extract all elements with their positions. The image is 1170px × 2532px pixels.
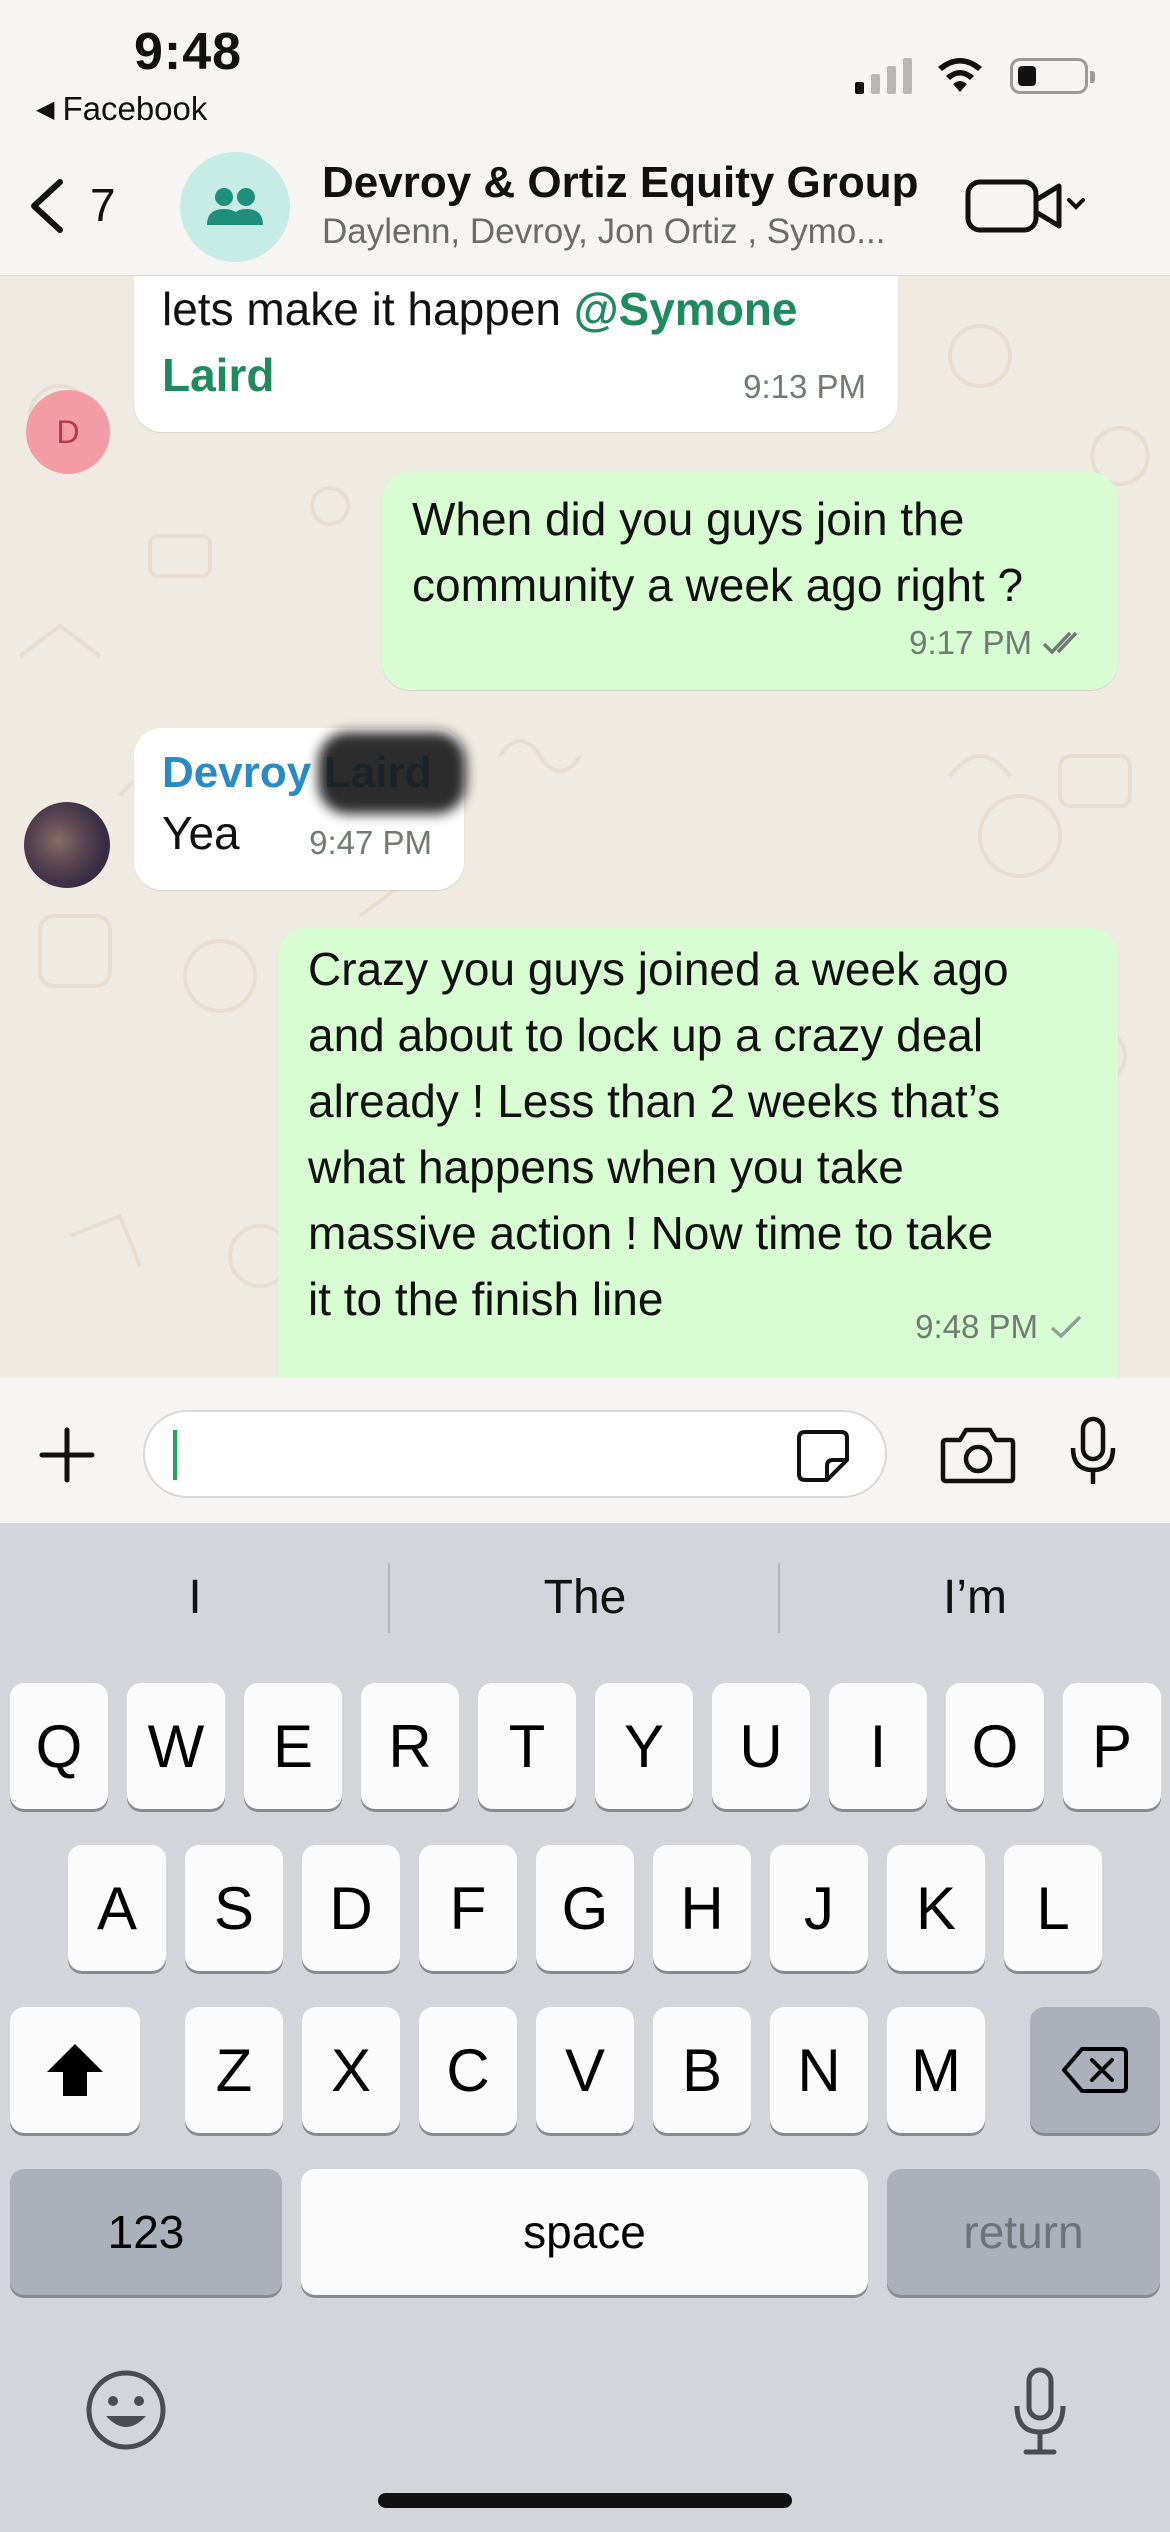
double-check-read-icon <box>1042 631 1078 655</box>
wifi-icon <box>938 58 982 92</box>
key-g[interactable]: G <box>536 1845 634 1971</box>
key-y[interactable]: Y <box>595 1683 693 1809</box>
message-meta: 9:47 PM <box>309 810 432 876</box>
text-caret <box>173 1430 177 1480</box>
microphone-icon[interactable] <box>1068 1416 1118 1488</box>
suggestion[interactable]: The <box>390 1553 780 1643</box>
message-text: Crazy you guys joined a week ago <box>308 943 1009 995</box>
back-chevron-icon[interactable] <box>24 176 70 236</box>
message-text: what happens when you take <box>308 1141 904 1193</box>
key-s[interactable]: S <box>185 1845 283 1971</box>
key-k[interactable]: K <box>887 1845 985 1971</box>
sender-name-redacted: Laird <box>324 744 432 802</box>
message-time: 9:17 PM <box>909 624 1032 661</box>
return-key[interactable]: return <box>887 2169 1160 2295</box>
back-triangle-icon: ◀ <box>36 95 55 123</box>
key-a[interactable]: A <box>68 1845 166 1971</box>
message-bubble-incoming[interactable]: Devroy Laird Yea 9:47 PM <box>134 728 464 890</box>
message-text: lets make it happen <box>162 283 574 335</box>
sender-photo-avatar[interactable] <box>24 802 110 888</box>
key-v[interactable]: V <box>536 2007 634 2133</box>
chat-participants[interactable]: Daylenn, Devroy, Jon Ortiz , Symo... <box>322 212 885 252</box>
backspace-key[interactable] <box>1030 2007 1160 2133</box>
message-time: 9:48 PM <box>915 1308 1038 1345</box>
space-key[interactable]: space <box>301 2169 868 2295</box>
key-c[interactable]: C <box>419 2007 517 2133</box>
key-u[interactable]: U <box>712 1683 810 1809</box>
single-check-sent-icon <box>1050 1315 1082 1339</box>
mention-link-cont[interactable]: Laird <box>162 349 274 401</box>
cellular-signal-icon <box>855 58 912 94</box>
key-f[interactable]: F <box>419 1845 517 1971</box>
key-p[interactable]: P <box>1063 1683 1161 1809</box>
key-x[interactable]: X <box>302 2007 400 2133</box>
key-j[interactable]: J <box>770 1845 868 1971</box>
key-e[interactable]: E <box>244 1683 342 1809</box>
message-bubble-incoming[interactable]: lets make it happen @Symone Laird 9:13 P… <box>134 276 898 432</box>
message-meta: 9:17 PM <box>909 610 1088 676</box>
message-text: and about to lock up a crazy deal <box>308 1009 984 1061</box>
key-o[interactable]: O <box>946 1683 1044 1809</box>
shift-key[interactable] <box>10 2007 140 2133</box>
avatar-initial: D <box>56 413 80 450</box>
message-text: community a week ago right ? <box>412 559 1024 611</box>
key-q[interactable]: Q <box>10 1683 108 1809</box>
message-time: 9:47 PM <box>309 824 432 861</box>
mention-link[interactable]: @Symone <box>574 283 798 335</box>
message-text: massive action ! Now time to take <box>308 1207 994 1259</box>
key-z[interactable]: Z <box>185 2007 283 2133</box>
message-bubble-outgoing[interactable]: Crazy you guys joined a week ago and abo… <box>278 928 1118 1378</box>
key-b[interactable]: B <box>653 2007 751 2133</box>
group-avatar[interactable] <box>180 152 290 262</box>
message-time: 9:13 PM <box>743 368 866 405</box>
key-w[interactable]: W <box>127 1683 225 1809</box>
keyboard: I The I’m Q W E R T Y U I O P A S D F G … <box>0 1523 1170 2532</box>
message-text: When did you guys join the <box>412 493 965 545</box>
battery-icon <box>1010 58 1095 94</box>
shift-arrow-icon <box>47 2044 103 2096</box>
key-r[interactable]: R <box>361 1683 459 1809</box>
status-time: 9:48 <box>134 23 243 81</box>
home-indicator[interactable] <box>378 2493 792 2508</box>
key-t[interactable]: T <box>478 1683 576 1809</box>
back-to-app-link[interactable]: ◀ Facebook <box>36 90 207 128</box>
suggestion[interactable]: I’m <box>780 1553 1170 1643</box>
chat-area[interactable]: D lets make it happen @Symone Laird 9:13… <box>0 276 1170 1378</box>
key-m[interactable]: M <box>887 2007 985 2133</box>
back-app-label: Facebook <box>62 90 208 127</box>
composer-bar <box>0 1378 1170 1523</box>
emoji-icon[interactable] <box>84 2368 168 2452</box>
key-h[interactable]: H <box>653 1845 751 1971</box>
message-meta: 9:13 PM <box>743 354 866 420</box>
top-bar: 9:48 ◀ Facebook 7 Devroy & Ortiz Equity … <box>0 0 1170 276</box>
suggestion[interactable]: I <box>0 1553 390 1643</box>
key-i[interactable]: I <box>829 1683 927 1809</box>
key-d[interactable]: D <box>302 1845 400 1971</box>
backspace-icon <box>1062 2047 1128 2093</box>
video-call-icon[interactable] <box>965 176 1085 236</box>
chat-title[interactable]: Devroy & Ortiz Equity Group <box>322 158 919 208</box>
plus-icon[interactable] <box>38 1426 96 1484</box>
unread-count[interactable]: 7 <box>90 178 116 232</box>
key-l[interactable]: L <box>1004 1845 1102 1971</box>
sender-name[interactable]: Devroy <box>162 748 311 797</box>
message-text: already ! Less than 2 weeks that’s <box>308 1075 1001 1127</box>
sticker-icon[interactable] <box>795 1428 851 1484</box>
message-bubble-outgoing[interactable]: When did you guys join the community a w… <box>382 472 1118 690</box>
numbers-key[interactable]: 123 <box>10 2169 282 2295</box>
group-icon <box>207 188 263 225</box>
sender-avatar[interactable]: D <box>26 390 110 474</box>
message-meta: 9:48 PM <box>915 1294 1084 1360</box>
dictation-microphone-icon[interactable] <box>1010 2366 1070 2456</box>
message-input[interactable] <box>143 1410 887 1498</box>
predictive-bar: I The I’m <box>0 1553 1170 1643</box>
camera-icon[interactable] <box>940 1424 1016 1484</box>
key-n[interactable]: N <box>770 2007 868 2133</box>
